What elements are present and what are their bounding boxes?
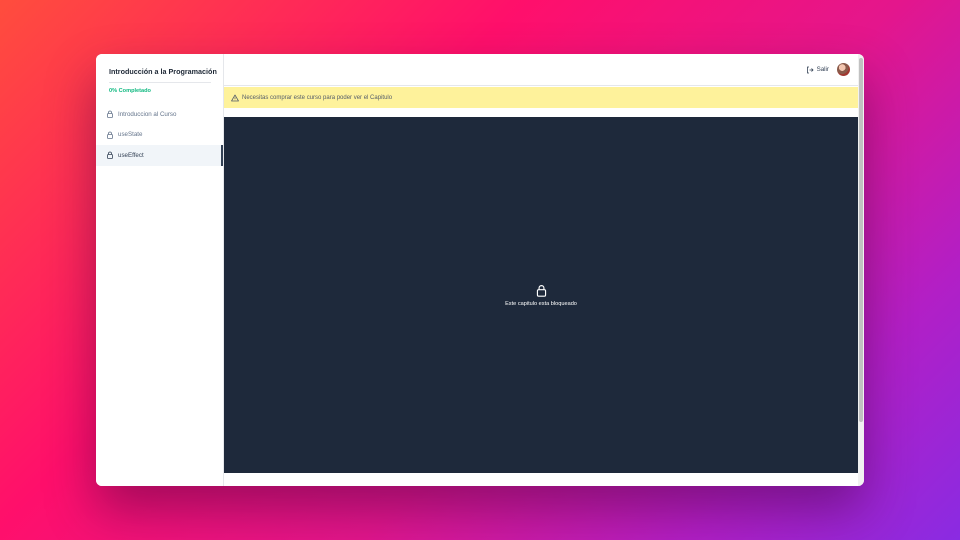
banner-text: Necesitas comprar este curso para poder … — [242, 94, 393, 101]
sidebar-item-label: Introduccion al Curso — [118, 110, 177, 118]
sidebar-item-label: useEffect — [118, 151, 144, 159]
lock-icon — [106, 110, 114, 119]
scrollbar-thumb[interactable] — [859, 58, 863, 422]
logout-icon — [806, 66, 814, 73]
sidebar-item-introduccion[interactable]: Introduccion al Curso — [96, 104, 223, 125]
lock-icon — [536, 284, 546, 297]
avatar[interactable] — [837, 63, 850, 76]
course-title: Introducción a la Programación — [109, 67, 217, 76]
video-player[interactable]: Este capitulo esta bloqueado — [224, 117, 858, 473]
lock-icon — [106, 131, 114, 139]
divider — [109, 82, 211, 83]
warning-triangle-icon — [231, 94, 239, 101]
app-window: Introducción a la Programación 0% Comple… — [96, 54, 864, 486]
sidebar-item-label: useState — [118, 131, 143, 139]
course-progress: 0% Completado — [109, 88, 151, 94]
scrollbar[interactable] — [858, 54, 864, 486]
exit-label: Salir — [816, 66, 829, 73]
chapter-list: Introduccion al Curso useState useEffect — [96, 104, 223, 166]
sidebar-header: Introducción a la Programación 0% Comple… — [96, 54, 223, 94]
main-content: Salir Necesitas comprar este curso para … — [224, 54, 864, 486]
lock-icon — [106, 151, 114, 160]
course-sidebar: Introducción a la Programación 0% Comple… — [96, 54, 224, 486]
sidebar-item-useeffect[interactable]: useEffect — [96, 145, 223, 166]
sidebar-item-usestate[interactable]: useState — [96, 125, 223, 146]
exit-button[interactable]: Salir — [806, 66, 829, 74]
locked-message: Este capitulo esta bloqueado — [505, 300, 577, 307]
purchase-warning-banner: Necesitas comprar este curso para poder … — [224, 87, 858, 108]
top-bar: Salir — [224, 54, 864, 86]
